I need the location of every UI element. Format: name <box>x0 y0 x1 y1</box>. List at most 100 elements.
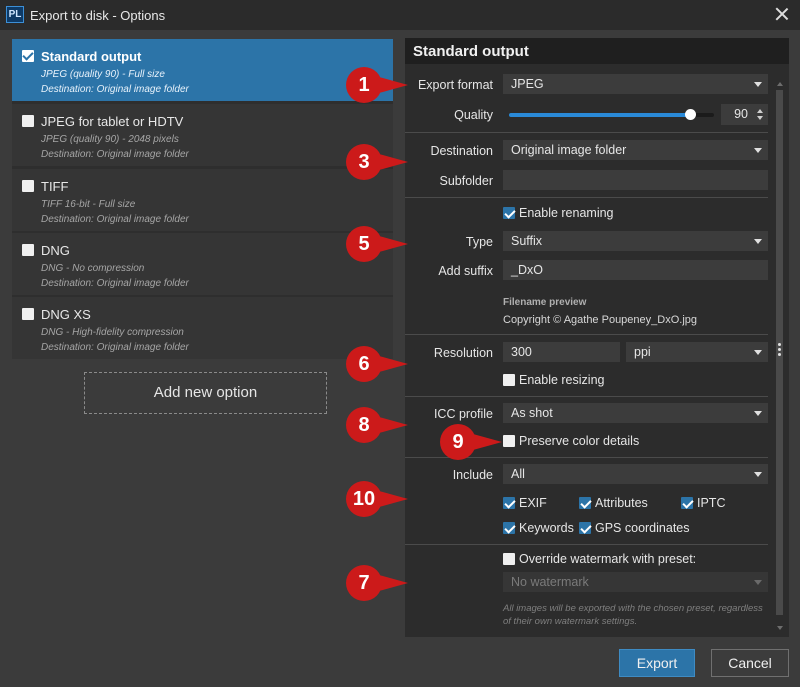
option-destination: Destination: Original image folder <box>41 278 189 289</box>
quality-stepper[interactable]: 90 <box>721 104 768 125</box>
keywords-label: Keywords <box>519 521 574 535</box>
divider <box>405 197 768 198</box>
scroll-down-icon[interactable] <box>777 626 783 630</box>
chevron-down-icon <box>754 580 762 585</box>
option-name: DNG XS <box>41 307 91 322</box>
option-name: TIFF <box>41 179 69 194</box>
option-item-tiff[interactable]: TIFF TIFF 16-bit - Full size Destination… <box>12 169 393 231</box>
type-value: Suffix <box>511 234 543 248</box>
chevron-down-icon <box>754 239 762 244</box>
option-name: JPEG for tablet or HDTV <box>41 114 184 129</box>
subfolder-input[interactable] <box>503 170 768 190</box>
divider <box>405 544 768 545</box>
callout-badge: 1 <box>346 66 408 104</box>
gps-coordinates-label: GPS coordinates <box>595 521 690 535</box>
option-format: JPEG (quality 90) - 2048 pixels <box>41 134 179 145</box>
callout-badge: 10 <box>346 480 408 518</box>
enable-resizing-checkbox[interactable] <box>503 374 515 386</box>
panel-handle-icon[interactable] <box>778 343 782 357</box>
include-select[interactable]: All <box>503 464 768 484</box>
stepper-down-icon[interactable] <box>757 116 763 120</box>
quality-slider-fill <box>509 113 690 117</box>
scroll-up-icon[interactable] <box>777 82 783 86</box>
subfolder-label: Subfolder <box>439 174 493 188</box>
include-label: Include <box>452 468 493 482</box>
option-item-jpeg-tablet[interactable]: JPEG for tablet or HDTV JPEG (quality 90… <box>12 104 393 166</box>
resolution-input[interactable]: 300 <box>503 342 620 362</box>
add-suffix-input[interactable]: _DxO <box>503 260 768 280</box>
type-label: Type <box>465 235 493 249</box>
callout-badge: 9 <box>440 423 502 461</box>
export-format-select[interactable]: JPEG <box>503 74 768 94</box>
gps-coordinates-checkbox[interactable] <box>579 522 591 534</box>
resolution-label: Resolution <box>433 346 493 360</box>
icc-profile-value: As shot <box>511 406 553 420</box>
callout-badge: 5 <box>346 225 408 263</box>
option-checkbox[interactable] <box>22 308 34 320</box>
divider <box>405 132 768 133</box>
destination-select[interactable]: Original image folder <box>503 140 768 160</box>
iptc-checkbox[interactable] <box>681 497 693 509</box>
include-value: All <box>511 467 525 481</box>
callout-badge: 6 <box>346 345 408 383</box>
stepper-up-icon[interactable] <box>757 109 763 113</box>
enable-renaming-label: Enable renaming <box>519 206 614 220</box>
option-format: DNG - High-fidelity compression <box>41 327 184 338</box>
type-select[interactable]: Suffix <box>503 231 768 251</box>
icc-profile-select[interactable]: As shot <box>503 403 768 423</box>
app-logo-icon: PL <box>6 6 24 23</box>
callout-badge: 8 <box>346 406 408 444</box>
exif-label: EXIF <box>519 496 547 510</box>
quality-value: 90 <box>734 107 748 121</box>
export-format-value: JPEG <box>511 77 544 91</box>
filename-preview-label: Filename preview <box>503 297 587 308</box>
resolution-unit-select[interactable]: ppi <box>626 342 768 362</box>
chevron-down-icon <box>754 411 762 416</box>
keywords-checkbox[interactable] <box>503 522 515 534</box>
chevron-down-icon <box>754 472 762 477</box>
destination-value: Original image folder <box>511 143 627 157</box>
option-destination: Destination: Original image folder <box>41 214 189 225</box>
option-name: DNG <box>41 243 70 258</box>
cancel-button[interactable]: Cancel <box>711 649 789 677</box>
icc-profile-label: ICC profile <box>433 407 493 421</box>
option-checkbox[interactable] <box>22 180 34 192</box>
divider <box>405 334 768 335</box>
option-checkbox[interactable] <box>22 50 34 62</box>
option-checkbox[interactable] <box>22 115 34 127</box>
chevron-down-icon <box>754 82 762 87</box>
export-button[interactable]: Export <box>619 649 695 677</box>
option-destination: Destination: Original image folder <box>41 84 189 95</box>
quality-label: Quality <box>454 108 493 122</box>
quality-slider-handle[interactable] <box>685 109 696 120</box>
callout-badge: 7 <box>346 564 408 602</box>
export-format-label: Export format <box>417 78 493 92</box>
attributes-label: Attributes <box>595 496 648 510</box>
panel-title: Standard output <box>405 38 789 64</box>
option-destination: Destination: Original image folder <box>41 342 189 353</box>
attributes-checkbox[interactable] <box>579 497 591 509</box>
option-format: DNG - No compression <box>41 263 145 274</box>
exif-checkbox[interactable] <box>503 497 515 509</box>
override-watermark-checkbox[interactable] <box>503 553 515 565</box>
options-list: Standard output JPEG (quality 90) - Full… <box>12 39 393 359</box>
close-icon[interactable] <box>774 6 790 22</box>
option-item-standard-output[interactable]: Standard output JPEG (quality 90) - Full… <box>12 39 393 101</box>
callout-badge: 3 <box>346 143 408 181</box>
divider <box>405 396 768 397</box>
enable-resizing-label: Enable resizing <box>519 373 605 387</box>
filename-preview-value: Copyright © Agathe Poupeney_DxO.jpg <box>503 314 698 326</box>
chevron-down-icon <box>754 350 762 355</box>
iptc-label: IPTC <box>697 496 726 510</box>
watermark-note: All images will be exported with the cho… <box>503 603 763 627</box>
add-new-option-button[interactable]: Add new option <box>84 372 327 414</box>
override-watermark-label: Override watermark with preset: <box>519 552 697 566</box>
option-item-dng-xs[interactable]: DNG XS DNG - High-fidelity compression D… <box>12 297 393 359</box>
option-checkbox[interactable] <box>22 244 34 256</box>
window-title: Export to disk - Options <box>30 8 166 23</box>
enable-renaming-checkbox[interactable] <box>503 207 515 219</box>
watermark-preset-select[interactable]: No watermark <box>503 572 768 592</box>
option-item-dng[interactable]: DNG DNG - No compression Destination: Or… <box>12 233 393 295</box>
resolution-unit-value: ppi <box>634 345 651 359</box>
preserve-color-checkbox[interactable] <box>503 435 515 447</box>
